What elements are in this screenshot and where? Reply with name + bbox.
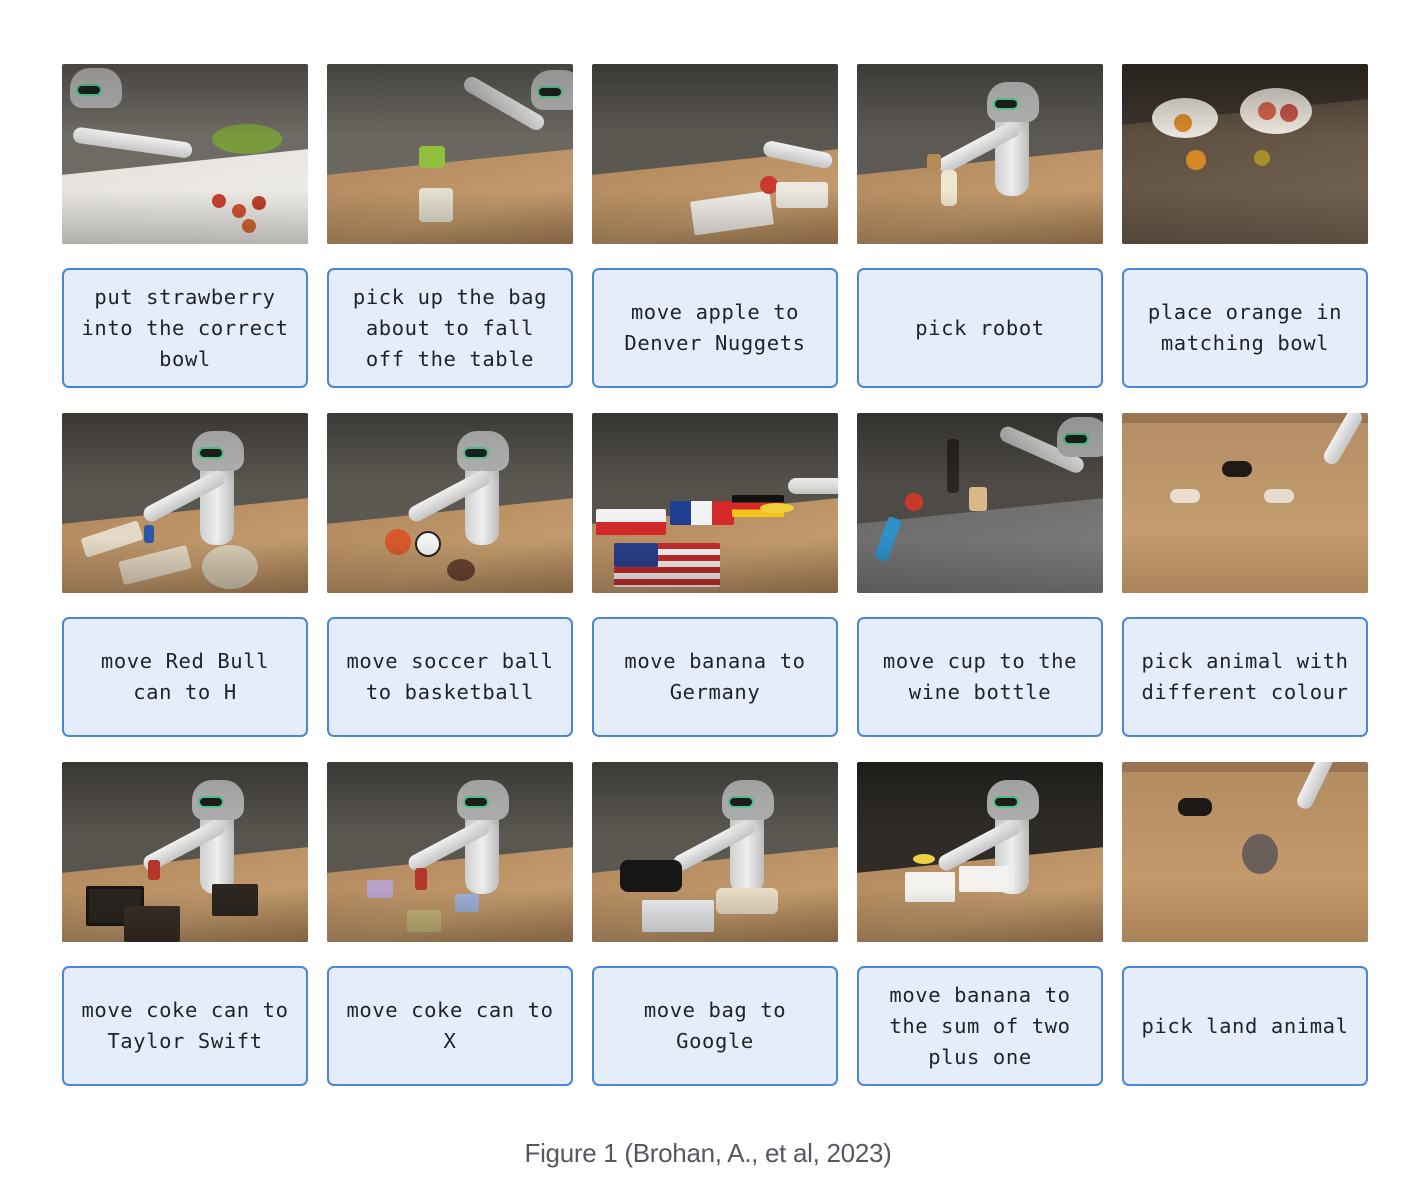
instruction-caption: move banana to the sum of two plus one bbox=[857, 966, 1103, 1086]
caption-text: pick animal with different colour bbox=[1141, 649, 1349, 704]
caption-text: move coke can to Taylor Swift bbox=[81, 998, 289, 1053]
scene-photo bbox=[1122, 762, 1368, 942]
instruction-caption: move soccer ball to basketball bbox=[327, 617, 573, 737]
caption-text: move Red Bull can to H bbox=[100, 649, 270, 704]
scene-photo bbox=[327, 64, 573, 244]
caption-text: move banana to Germany bbox=[624, 649, 806, 704]
photo-row-2 bbox=[62, 413, 1368, 593]
caption-text: pick robot bbox=[915, 315, 1045, 340]
caption-text: move banana to the sum of two plus one bbox=[889, 982, 1071, 1069]
caption-text: move bag to Google bbox=[643, 998, 787, 1053]
photo-row-1 bbox=[62, 64, 1368, 244]
instruction-caption: move apple to Denver Nuggets bbox=[592, 268, 838, 388]
scene-photo bbox=[857, 762, 1103, 942]
caption-text: move cup to the wine bottle bbox=[882, 649, 1078, 704]
caption-text: pick land animal bbox=[1141, 1013, 1349, 1038]
scene-photo bbox=[592, 413, 838, 593]
instruction-caption: pick land animal bbox=[1122, 966, 1368, 1086]
caption-row-3: move coke can to Taylor Swift move coke … bbox=[62, 966, 1368, 1086]
caption-text: place orange in matching bowl bbox=[1147, 300, 1343, 355]
instruction-caption: put strawberry into the correct bowl bbox=[62, 268, 308, 388]
instruction-caption: move cup to the wine bottle bbox=[857, 617, 1103, 737]
instruction-caption: move coke can to X bbox=[327, 966, 573, 1086]
scene-photo bbox=[327, 413, 573, 593]
caption-text: move soccer ball to basketball bbox=[346, 649, 554, 704]
instruction-caption: move banana to Germany bbox=[592, 617, 838, 737]
scene-photo bbox=[327, 762, 573, 942]
caption-text: move apple to Denver Nuggets bbox=[624, 300, 806, 355]
scene-photo bbox=[857, 64, 1103, 244]
scene-photo bbox=[592, 64, 838, 244]
figure-caption: Figure 1 (Brohan, A., et al, 2023) bbox=[524, 1138, 892, 1168]
instruction-caption: pick animal with different colour bbox=[1122, 617, 1368, 737]
instruction-caption: move coke can to Taylor Swift bbox=[62, 966, 308, 1086]
scene-photo bbox=[62, 413, 308, 593]
caption-text: move coke can to X bbox=[346, 998, 554, 1053]
instruction-caption: place orange in matching bowl bbox=[1122, 268, 1368, 388]
scene-photo bbox=[592, 762, 838, 942]
scene-photo bbox=[857, 413, 1103, 593]
figure-grid: put strawberry into the correct bowl pic… bbox=[62, 64, 1368, 1086]
instruction-caption: move bag to Google bbox=[592, 966, 838, 1086]
caption-row-2: move Red Bull can to H move soccer ball … bbox=[62, 617, 1368, 737]
photo-row-3 bbox=[62, 762, 1368, 942]
instruction-caption: move Red Bull can to H bbox=[62, 617, 308, 737]
instruction-caption: pick robot bbox=[857, 268, 1103, 388]
caption-row-1: put strawberry into the correct bowl pic… bbox=[62, 268, 1368, 388]
scene-photo bbox=[1122, 64, 1368, 244]
scene-photo bbox=[62, 64, 308, 244]
scene-photo bbox=[62, 762, 308, 942]
caption-text: put strawberry into the correct bowl bbox=[81, 284, 289, 371]
instruction-caption: pick up the bag about to fall off the ta… bbox=[327, 268, 573, 388]
caption-text: pick up the bag about to fall off the ta… bbox=[352, 284, 548, 371]
scene-photo bbox=[1122, 413, 1368, 593]
